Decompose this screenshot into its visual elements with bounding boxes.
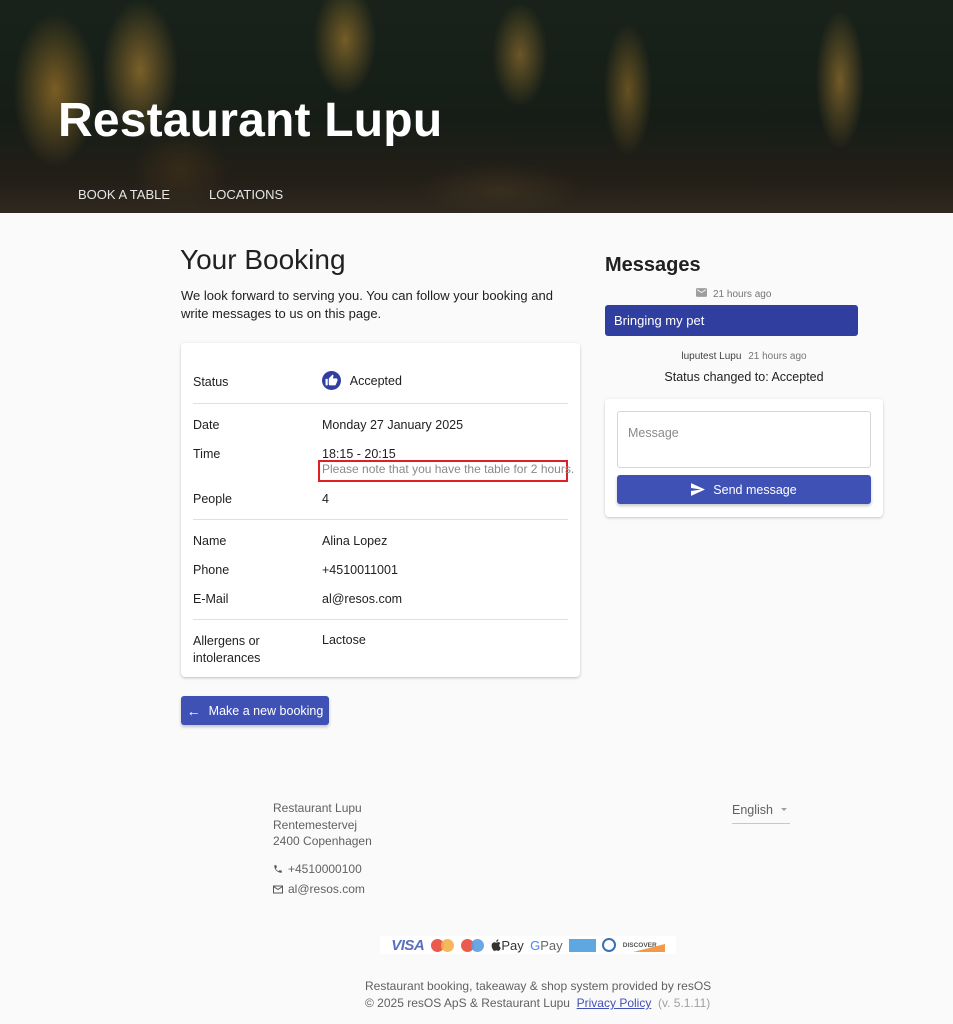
nav-book-a-table[interactable]: BOOK A TABLE — [78, 187, 170, 202]
time-value: 18:15 - 20:15 — [322, 447, 396, 461]
arrow-left-icon: ← — [186, 702, 201, 719]
footer-address: Restaurant Lupu Rentemestervej 2400 Cope… — [273, 800, 372, 850]
language-select[interactable]: English — [732, 803, 790, 824]
send-message-label: Send message — [713, 482, 797, 497]
make-new-booking-button[interactable]: ← Make a new booking — [181, 696, 329, 725]
divider — [193, 519, 568, 520]
email-value: al@resos.com — [322, 592, 403, 606]
status-value-wrap: Accepted — [322, 371, 402, 391]
message-bubble: Bringing my pet — [605, 305, 858, 336]
phone-label: Phone — [193, 563, 230, 577]
mastercard-icon — [430, 938, 455, 952]
page-title: Your Booking — [180, 244, 346, 275]
divider — [193, 619, 568, 620]
address-line: Rentemestervej — [273, 817, 358, 832]
maestro-icon — [460, 938, 485, 952]
time-note: Please note that you have the table for … — [322, 462, 575, 476]
message-time: 21 hours ago — [748, 351, 807, 362]
language-value: English — [732, 803, 773, 817]
apple-pay-icon: Pay — [491, 937, 524, 953]
copyright-text: © 2025 resOS ApS & Restaurant Lupu — [365, 996, 570, 1010]
privacy-policy-link[interactable]: Privacy Policy — [577, 996, 652, 1010]
booking-details-card: Status Accepted Date Monday 27 January 2… — [181, 343, 580, 677]
message-composer: Send message — [605, 399, 883, 517]
message-author: luputest Lupu — [681, 351, 742, 362]
make-new-booking-label: Make a new booking — [208, 703, 324, 718]
footer-phone-value: +4510000100 — [288, 862, 362, 876]
message-time: 21 hours ago — [713, 288, 772, 300]
address-line: Restaurant Lupu — [273, 801, 362, 815]
footer-phone[interactable]: +4510000100 — [273, 862, 362, 876]
payment-methods: VISA Pay G Pay DISCOVER — [380, 936, 676, 954]
name-value: Alina Lopez — [322, 534, 388, 548]
name-label: Name — [193, 534, 227, 548]
people-label: People — [193, 492, 232, 506]
system-message-text: Status changed to: Accepted — [664, 370, 824, 384]
thumbs-up-icon — [322, 371, 341, 390]
google-g: G — [530, 937, 541, 953]
restaurant-title: Restaurant Lupu — [58, 94, 443, 147]
diners-club-icon — [602, 938, 617, 952]
powered-by-text: Restaurant booking, takeaway & shop syst… — [365, 979, 712, 993]
phone-icon — [273, 864, 284, 874]
apple-pay-label: Pay — [501, 937, 524, 953]
discover-icon: DISCOVER — [623, 938, 665, 952]
send-message-button[interactable]: Send message — [617, 475, 871, 504]
envelope-icon — [696, 288, 707, 300]
footer-email-value: al@resos.com — [288, 882, 365, 896]
email-label: E-Mail — [193, 592, 229, 606]
allergens-value: Lactose — [322, 633, 366, 647]
people-value: 4 — [322, 492, 329, 506]
system-message-meta: luputest Lupu 21 hours ago — [605, 351, 883, 362]
version-text: (v. 5.1.11) — [658, 996, 711, 1010]
nav-locations[interactable]: LOCATIONS — [209, 187, 283, 202]
date-value: Monday 27 January 2025 — [322, 418, 464, 432]
messages-title: Messages — [605, 254, 701, 276]
message-meta: 21 hours ago — [696, 288, 771, 300]
hero-banner: Restaurant Lupu BOOK A TABLE LOCATIONS — [0, 0, 953, 213]
send-icon — [691, 483, 706, 496]
caret-down-icon — [781, 808, 787, 811]
date-label: Date — [193, 418, 220, 432]
google-pay-label: Pay — [540, 937, 563, 953]
intro-text: We look forward to serving you. You can … — [181, 288, 553, 321]
google-pay-icon: G Pay — [530, 938, 563, 953]
message-input[interactable] — [617, 411, 871, 468]
status-value: Accepted — [349, 373, 402, 388]
time-label: Time — [193, 447, 221, 461]
footer-legal: Restaurant booking, takeaway & shop syst… — [365, 978, 711, 1012]
footer-email[interactable]: al@resos.com — [273, 882, 365, 896]
mail-icon — [273, 885, 284, 894]
status-label: Status — [193, 375, 229, 389]
divider — [193, 403, 568, 404]
visa-icon: VISA — [391, 936, 425, 954]
allergens-label: Allergens or intolerances — [193, 634, 261, 665]
phone-value: +4510011001 — [322, 563, 398, 577]
amex-icon — [569, 938, 597, 952]
copyright-line: © 2025 resOS ApS & Restaurant Lupu Priva… — [365, 995, 711, 1012]
address-line: 2400 Copenhagen — [273, 834, 372, 848]
